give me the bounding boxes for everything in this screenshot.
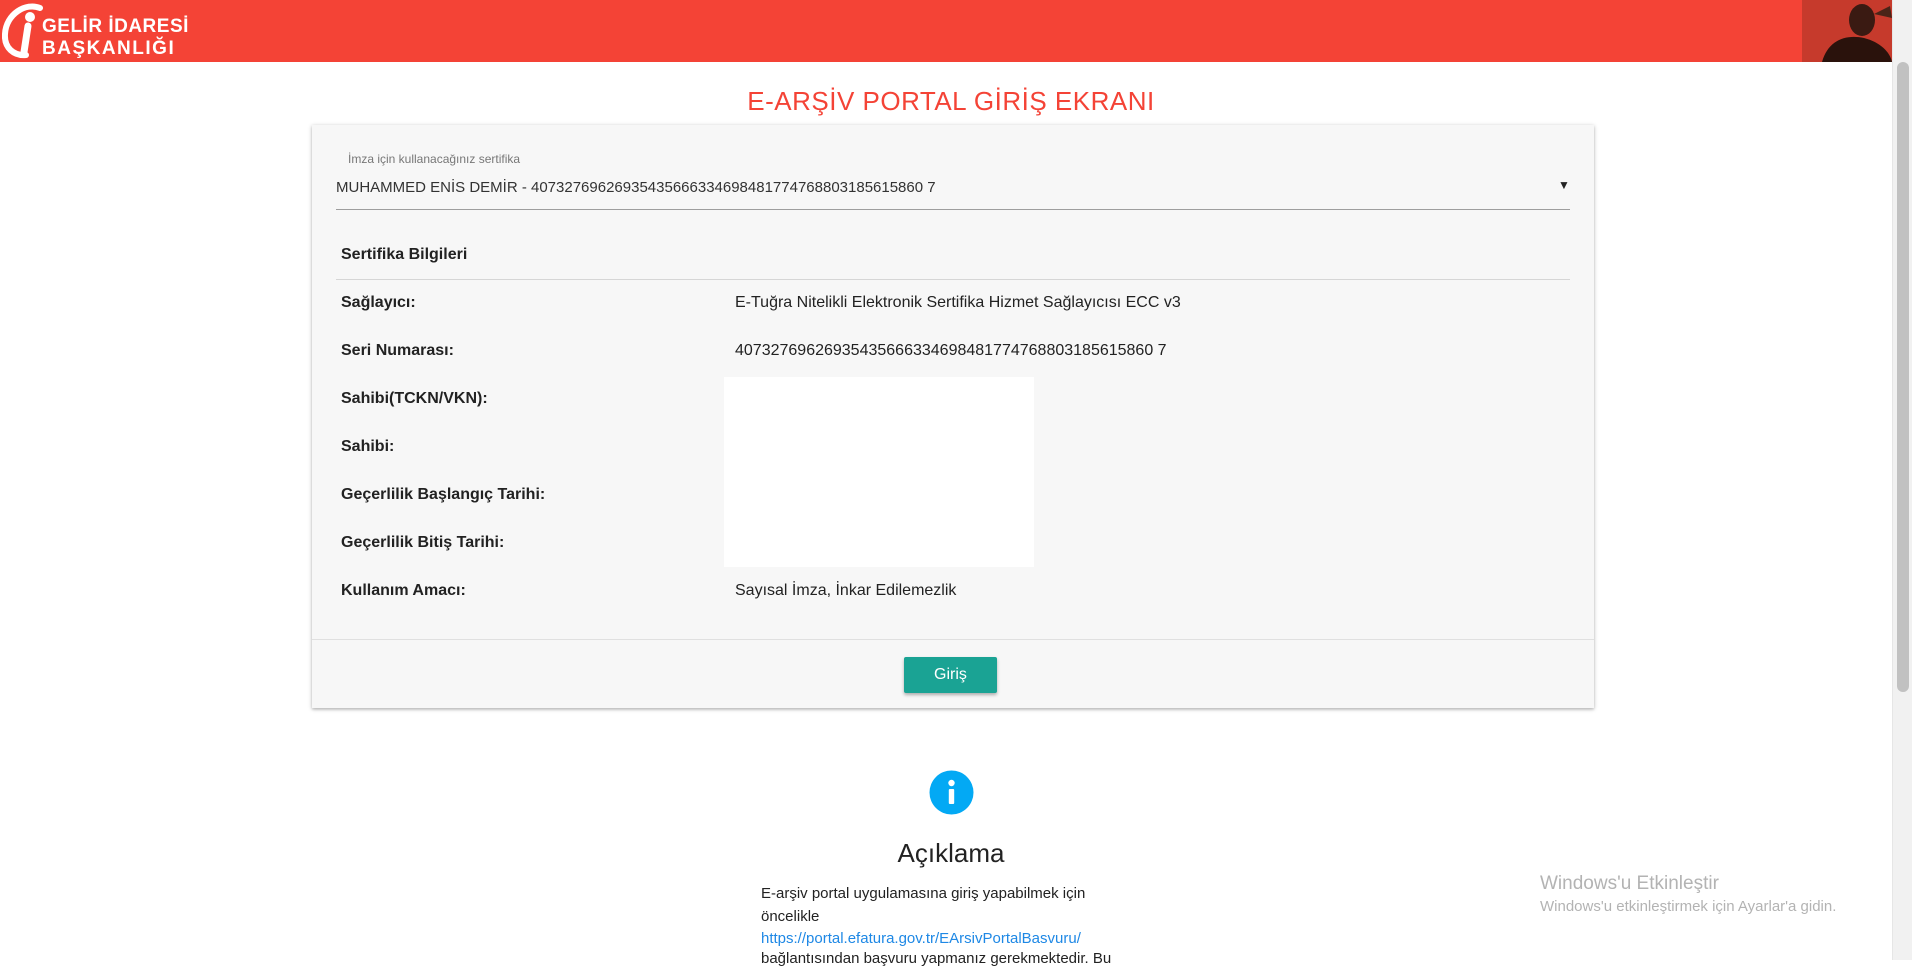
usage-label: Kullanım Amacı: [341,582,466,599]
site-header: GELİR İDARESİ BAŞKANLIĞI [0,0,1892,62]
card-footer-divider [312,639,1594,640]
provider-value: E-Tuğra Nitelikli Elektronik Sertifika H… [735,294,1181,311]
certificate-select-label: İmza için kullanacağınız sertifika [348,152,521,166]
provider-label: Sağlayıcı: [341,294,416,311]
cert-info-title: Sertifika Bilgileri [341,246,468,263]
redacted-area [724,377,1034,567]
info-text-line3: bağlantısından başvuru yapmanız gerekmek… [761,950,1112,967]
gib-logo[interactable]: GELİR İDARESİ BAŞKANLIĞI [0,0,190,62]
serial-number-value: 4073276962693543566633469848177476880318… [735,342,1167,359]
info-text-line2: öncelikle [761,908,820,925]
activation-watermark-subtitle: Windows'u etkinleştirmek için Ayarlar'a … [1540,898,1837,915]
activation-watermark-title: Windows'u Etkinleştir [1540,873,1719,894]
owner-id-label: Sahibi(TCKN/VKN): [341,390,488,407]
vertical-scrollbar[interactable] [1892,0,1912,960]
portrait-image [1802,0,1892,62]
serial-number-label: Seri Numarası: [341,342,454,359]
logo-text-line2: BAŞKANLIĞI [42,38,176,59]
section-divider [336,279,1570,280]
owner-label: Sahibi: [341,438,395,455]
dropdown-arrow-icon[interactable]: ▼ [1558,178,1570,192]
login-card: İmza için kullanacağınız sertifika MUHAM… [312,125,1594,708]
info-title: Açıklama [897,838,1005,868]
login-button[interactable]: Giriş [904,657,997,693]
certificate-select[interactable]: MUHAMMED ENİS DEMİR - 407327696269354356… [336,179,936,196]
application-link[interactable]: https://portal.efatura.gov.tr/EArsivPort… [761,930,1081,947]
info-text-line1: E-arşiv portal uygulamasına giriş yapabi… [761,885,1086,902]
valid-from-label: Geçerlilik Başlangıç Tarihi: [341,486,546,503]
usage-value: Sayısal İmza, İnkar Edilemezlik [735,582,957,599]
page-title: E-ARŞİV PORTAL GİRİŞ EKRANI [747,86,1155,116]
scrollbar-thumb[interactable] [1897,62,1909,692]
logo-text-line1: GELİR İDARESİ [42,16,189,37]
select-underline [336,209,1570,210]
info-icon [929,770,974,815]
valid-to-label: Geçerlilik Bitiş Tarihi: [341,534,505,551]
